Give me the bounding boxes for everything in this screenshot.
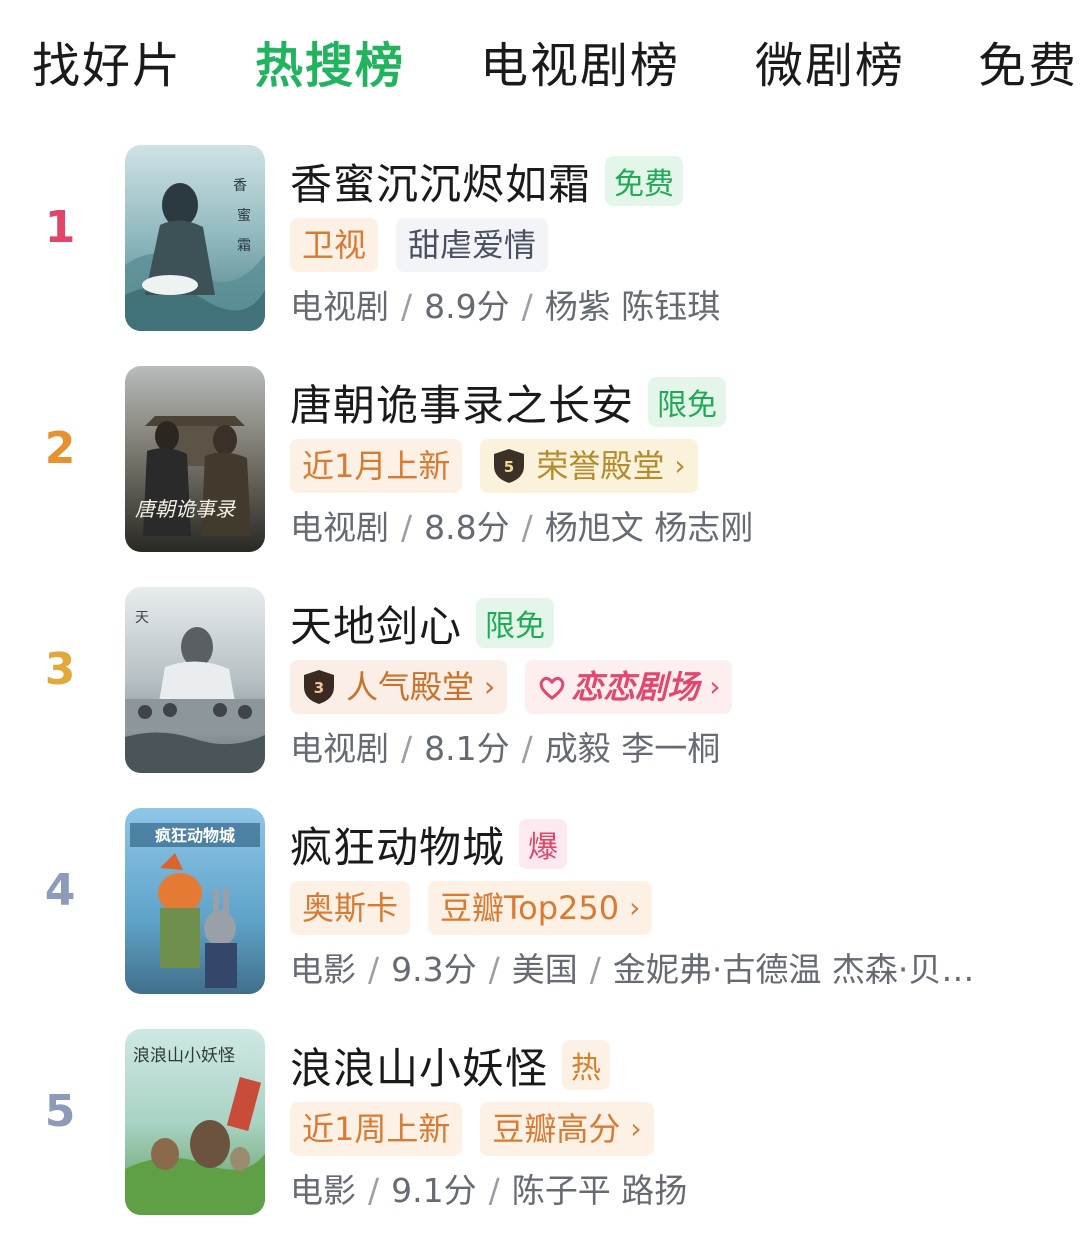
douban-top250-label: 豆瓣Top250 [440,889,620,927]
chevron-right-icon: › [674,449,686,482]
item-score: 8.8分 [424,508,510,547]
top-tab-bar: 找好片 热搜榜 电视剧榜 微剧榜 免费 [0,0,1080,130]
item-meta: 电影/9.3分 / 美国 / 金妮弗·古德温 杰森·贝… [290,950,975,989]
rank-number: 3 [44,644,76,695]
romance-theater-label: 恋恋剧场 [571,668,700,706]
svg-text:5: 5 [504,458,514,476]
item-type: 电视剧 [290,729,389,768]
item-cast: 成毅 李一桐 [544,729,721,768]
tag-new-this-month: 近1月上新 [290,439,463,493]
item-cast: 陈子平 路扬 [511,1171,688,1210]
tag-row: 近1月上新 5 荣誉殿堂 › [290,439,698,493]
free-badge: 免费 [605,156,684,206]
list-item[interactable]: 2 唐朝诡事录 唐朝诡事录之长安 限免 近1月上新 5 荣誉殿堂 › 电视剧 /… [0,361,1080,557]
item-score: 9.1分 [391,1171,477,1210]
svg-text:疯狂动物城: 疯狂动物城 [155,826,235,845]
poster-image[interactable]: 疯狂动物城 [125,808,265,994]
item-type: 电影 [290,950,356,989]
shield-icon: 5 [494,449,525,483]
list-item[interactable]: 1 香 蜜 霜 香蜜沉沉烬如霜 免费 卫视 甜虐爱情 电视剧/8.9分 / 杨紫… [0,140,1080,336]
item-meta: 电视剧/8.1分 / 成毅 李一桐 [290,729,721,768]
item-meta: 电视剧/8.9分 / 杨紫 陈钰琪 [290,287,721,326]
romance-theater-tag[interactable]: 恋恋剧场 › [525,660,733,714]
rank-number: 1 [44,202,76,253]
honor-hall-label: 荣誉殿堂 [536,447,665,485]
item-score: 9.3分 [391,950,477,989]
popularity-hall-label: 人气殿堂 [346,668,475,706]
poster-image[interactable]: 香 蜜 霜 [125,145,265,331]
item-cast: 杨紫 陈钰琪 [544,287,721,326]
tab-tv-series[interactable]: 电视剧榜 [480,34,680,98]
shield-icon: 3 [304,670,334,704]
item-type: 电视剧 [290,287,389,326]
svg-text:蜜: 蜜 [237,208,251,224]
tag-row: 近1周上新 豆瓣高分 › [290,1102,654,1156]
item-title[interactable]: 浪浪山小妖怪 [290,1035,548,1096]
rank-number: 4 [44,865,76,916]
svg-text:3: 3 [314,679,324,697]
douban-high-score-label: 豆瓣高分 [492,1110,621,1148]
hot-badge: 热 [562,1040,611,1090]
list-item[interactable]: 5 浪浪山小妖怪 浪浪山小妖怪 热 近1周上新 豆瓣高分 › 电影 / 9.1分… [0,1024,1080,1220]
tag-satellite-tv: 卫视 [290,218,379,272]
item-cast: 金妮弗·古德温 杰森·贝… [612,950,975,989]
item-score: 8.9分 [424,287,510,326]
poster-image[interactable]: 浪浪山小妖怪 [125,1029,265,1215]
chevron-right-icon: › [709,670,721,703]
item-type: 电视剧 [290,508,389,547]
rank-number: 5 [44,1086,76,1137]
poster-image[interactable]: 唐朝诡事录 [125,366,265,552]
limited-free-badge: 限免 [476,598,555,648]
douban-high-score-tag[interactable]: 豆瓣高分 › [480,1102,654,1156]
item-title[interactable]: 疯狂动物城 [290,814,505,875]
hot-badge: 爆 [519,819,568,869]
limited-free-badge: 限免 [648,377,727,427]
svg-text:天: 天 [135,610,149,626]
item-meta: 电影/9.1分 / 陈子平 路扬 [290,1171,688,1210]
item-title[interactable]: 天地剑心 [290,593,462,654]
tab-hot-search[interactable]: 热搜榜 [255,34,405,98]
title-row: 天地剑心 限免 [290,590,555,656]
tag-new-this-week: 近1周上新 [290,1102,463,1156]
title-row: 香蜜沉沉烬如霜 免费 [290,148,684,214]
tab-micro-drama[interactable]: 微剧榜 [755,34,905,98]
chevron-right-icon: › [629,891,641,924]
item-cast: 杨旭文 杨志刚 [544,508,754,547]
svg-text:浪浪山小妖怪: 浪浪山小妖怪 [133,1046,235,1066]
item-meta: 电视剧/8.8分 / 杨旭文 杨志刚 [290,508,754,547]
svg-text:唐朝诡事录: 唐朝诡事录 [135,497,237,521]
rank-number: 2 [44,423,76,474]
svg-text:霜: 霜 [237,238,251,254]
tag-oscar: 奥斯卡 [290,881,411,935]
tag-genre: 甜虐爱情 [396,218,549,272]
tab-find-good-films[interactable]: 找好片 [32,34,182,98]
title-row: 疯狂动物城 爆 [290,811,568,877]
poster-image[interactable]: 天 [125,587,265,773]
item-title[interactable]: 香蜜沉沉烬如霜 [290,151,591,212]
chevron-right-icon: › [484,670,496,703]
heart-icon [539,676,565,700]
chevron-right-icon: › [630,1112,642,1145]
item-type: 电影 [290,1171,356,1210]
item-score: 8.1分 [424,729,510,768]
list-item[interactable]: 3 天 天地剑心 限免 3 人气殿堂 › 恋恋剧场 › 电视剧 / 8.1分 /… [0,582,1080,778]
tag-row: 3 人气殿堂 › 恋恋剧场 › [290,660,733,714]
tab-free[interactable]: 免费 [978,34,1078,98]
popularity-hall-tag[interactable]: 3 人气殿堂 › [290,660,508,714]
honor-hall-tag[interactable]: 5 荣誉殿堂 › [480,439,698,493]
tag-row: 卫视 甜虐爱情 [290,218,549,272]
svg-text:香: 香 [233,178,247,194]
list-item[interactable]: 4 疯狂动物城 疯狂动物城 爆 奥斯卡 豆瓣Top250 › 电影 / 9.3分… [0,803,1080,999]
tag-row: 奥斯卡 豆瓣Top250 › [290,881,653,935]
title-row: 唐朝诡事录之长安 限免 [290,369,727,435]
item-title[interactable]: 唐朝诡事录之长安 [290,372,634,433]
item-region: 美国 [511,950,578,989]
title-row: 浪浪山小妖怪 热 [290,1032,611,1098]
douban-top250-tag[interactable]: 豆瓣Top250 › [428,881,653,935]
